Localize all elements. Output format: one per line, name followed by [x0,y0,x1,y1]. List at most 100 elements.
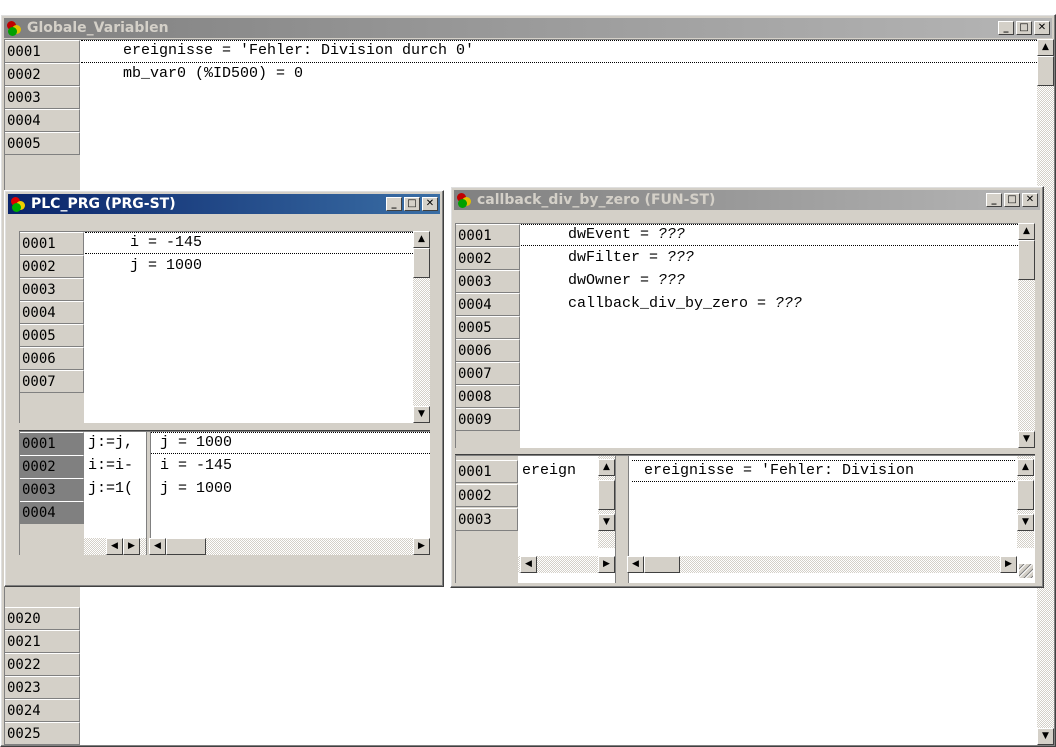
codesys-pou-icon [11,196,27,212]
arrow-down-icon: ▼ [1042,731,1049,741]
scroll-left-button[interactable]: ◀ [627,556,644,573]
callback-declaration-editor[interactable]: 0001 0002 0003 0004 0005 0006 0007 0008 … [455,223,1018,448]
arrow-left-icon: ◀ [154,541,161,551]
vertical-scrollbar[interactable]: ▲ ▼ [413,231,430,423]
line-number: 0003 [20,478,84,501]
resize-grip[interactable] [1019,564,1033,578]
line-number: 0001 [20,232,84,255]
scroll-thumb[interactable] [1017,480,1034,510]
close-button[interactable]: ✕ [422,197,438,211]
maximize-icon: □ [1019,22,1029,33]
arrow-down-icon: ▼ [1022,517,1029,527]
scroll-right-button[interactable]: ▶ [1000,556,1017,573]
line-number: 0001 [456,460,518,483]
scroll-down-button[interactable]: ▼ [1018,431,1035,448]
line-number: 0004 [5,109,80,132]
code-line[interactable]: ereignisse = 'Fehler: Division durch 0' [123,42,474,59]
close-button[interactable]: ✕ [1034,21,1050,35]
body-code-line[interactable]: ereign [522,462,598,479]
scroll-thumb[interactable] [1018,240,1035,280]
scroll-thumb[interactable] [413,248,430,278]
line-number: 0003 [456,270,520,293]
scroll-left-button[interactable]: ◀ [149,538,166,555]
plc-prg-window[interactable]: PLC_PRG (PRG-ST) _ □ ✕ 0001 0002 0003 00… [4,190,444,587]
horizontal-scrollbar-right[interactable]: ◀ ▶ [149,538,430,555]
body-code-line[interactable]: i:=i- [88,457,146,474]
line-number: 0002 [456,484,518,507]
scroll-left-button[interactable]: ◀ [520,556,537,573]
vertical-scrollbar[interactable]: ▲ ▼ [1018,223,1035,448]
minimize-icon: _ [391,198,397,209]
scroll-up-button[interactable]: ▲ [413,231,430,248]
code-line[interactable]: dwOwner = ??? [568,272,685,289]
code-line[interactable]: mb_var0 (%ID500) = 0 [123,65,303,82]
line-number: 0002 [456,247,520,270]
horizontal-scrollbar-left[interactable]: ◀ ▶ [518,556,615,573]
scroll-up-button[interactable]: ▲ [1018,223,1035,240]
plc-body-editor[interactable]: 0001 0002 0003 0004 j:=j, i:=i- j:=1( j … [19,431,430,555]
arrow-right-icon: ▶ [603,559,610,569]
line-number: 0023 [5,676,80,699]
globals-titlebar[interactable]: Globale_Variablen _ □ ✕ [4,18,1052,38]
code-line[interactable]: dwFilter = ??? [568,249,694,266]
scroll-down-button[interactable]: ▼ [413,406,430,423]
code-line[interactable]: j = 1000 [130,257,202,274]
arrow-up-icon: ▲ [1023,226,1030,236]
scroll-left-button[interactable]: ◀ [106,538,123,555]
vertical-scrollbar-left[interactable]: ▲ ▼ [598,456,615,548]
line-number: 0009 [456,408,520,431]
callback-titlebar[interactable]: callback_div_by_zero (FUN-ST) _ □ ✕ [454,190,1040,210]
codesys-pou-icon [7,20,23,36]
callback-body-editor[interactable]: 0001 0002 0003 ereign ▲ ▼ ereignisse = '… [455,455,1035,583]
close-button[interactable]: ✕ [1022,193,1038,207]
scroll-thumb[interactable] [1037,56,1054,86]
scroll-right-button[interactable]: ▶ [123,538,140,555]
scroll-thumb[interactable] [598,480,615,510]
horizontal-scrollbar-right[interactable]: ◀ ▶ [627,556,1017,573]
scroll-up-button[interactable]: ▲ [598,459,615,476]
minimize-icon: _ [1003,22,1009,33]
line-number: 0003 [456,508,518,531]
code-line[interactable]: dwEvent = ??? [568,226,685,243]
scroll-up-button[interactable]: ▲ [1037,39,1054,56]
var-name: dwOwner = [568,272,659,289]
scroll-right-button[interactable]: ▶ [598,556,615,573]
minimize-button[interactable]: _ [986,193,1002,207]
arrow-left-icon: ◀ [111,541,118,551]
var-name: callback_div_by_zero = [568,295,776,312]
close-icon: ✕ [1037,22,1047,33]
minimize-button[interactable]: _ [998,21,1014,35]
monitor-line: j = 1000 [160,434,233,451]
arrow-down-icon: ▼ [603,517,610,527]
horizontal-scrollbar-left[interactable]: ◀ ▶ [84,538,146,555]
line-number: 0003 [5,86,80,109]
arrow-right-icon: ▶ [128,541,135,551]
scroll-right-button[interactable]: ▶ [413,538,430,555]
minimize-button[interactable]: _ [386,197,402,211]
scroll-down-button[interactable]: ▼ [1037,728,1054,745]
vertical-scrollbar-right[interactable]: ▲ ▼ [1017,456,1034,548]
line-number: 0006 [20,347,84,370]
line-number: 0025 [5,722,80,745]
splitter[interactable] [19,424,430,431]
body-code-line[interactable]: j:=j, [88,434,146,451]
body-code-line[interactable]: j:=1( [88,480,146,497]
scroll-up-button[interactable]: ▲ [1017,459,1034,476]
line-number: 0004 [456,293,520,316]
line-number: 0024 [5,699,80,722]
line-number: 0001 [20,432,84,455]
plc-prg-titlebar[interactable]: PLC_PRG (PRG-ST) _ □ ✕ [8,194,440,214]
plc-prg-title: PLC_PRG (PRG-ST) [31,196,176,212]
maximize-button[interactable]: □ [1004,193,1020,207]
plc-declaration-editor[interactable]: 0001 0002 0003 0004 0005 0006 0007 i = -… [19,231,413,423]
code-line[interactable]: i = -145 [130,234,202,251]
scroll-down-button[interactable]: ▼ [598,514,615,531]
code-line[interactable]: callback_div_by_zero = ??? [568,295,802,312]
callback-window[interactable]: callback_div_by_zero (FUN-ST) _ □ ✕ 0001… [450,186,1044,588]
maximize-button[interactable]: □ [404,197,420,211]
scroll-thumb[interactable] [166,538,206,555]
scroll-down-button[interactable]: ▼ [1017,514,1034,531]
maximize-button[interactable]: □ [1016,21,1032,35]
arrow-up-icon: ▲ [418,234,425,244]
scroll-thumb[interactable] [644,556,680,573]
